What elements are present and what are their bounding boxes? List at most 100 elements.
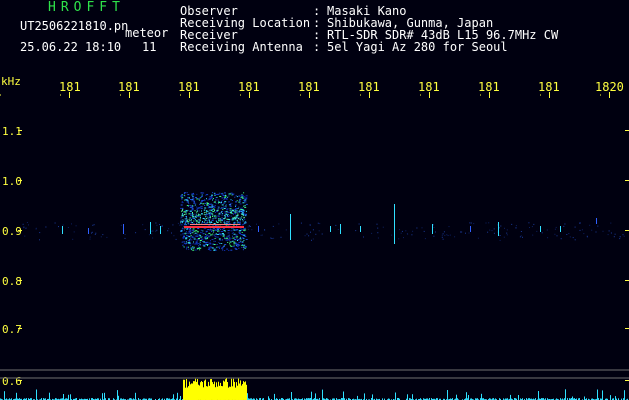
echo-pixel — [220, 207, 223, 209]
echo-pixel — [199, 247, 202, 249]
echo-pixel — [210, 234, 213, 236]
echo-pixel — [213, 207, 216, 208]
noise-dot — [319, 223, 321, 225]
echo-pixel — [213, 234, 215, 236]
noise-dot — [465, 232, 466, 234]
echo-core — [218, 219, 220, 221]
echo-pixel — [215, 233, 217, 235]
echo-core — [224, 216, 226, 218]
echo-pixel — [194, 204, 196, 206]
noise-dot — [506, 232, 508, 234]
spectrum-bar — [197, 379, 198, 400]
spectrum-bar — [565, 389, 566, 400]
echo-pixel — [231, 202, 233, 204]
echo-pixel — [233, 244, 235, 246]
echo-pixel — [234, 242, 237, 244]
echo-pixel — [206, 198, 207, 200]
spectrum-bar — [538, 391, 539, 400]
noise-dot — [602, 230, 604, 232]
echo-pixel — [203, 237, 205, 239]
echo-pixel — [202, 233, 205, 235]
echo-pixel — [211, 230, 212, 232]
spectrum-bar — [219, 385, 220, 400]
echo-pixel — [188, 213, 191, 215]
noise-dot — [403, 237, 404, 239]
noise-dot — [487, 231, 489, 233]
echo-pixel — [185, 238, 188, 240]
echo-pixel — [229, 205, 232, 207]
echo-core — [194, 210, 196, 212]
spectrum-bar — [225, 379, 226, 400]
noise-dot — [520, 231, 522, 232]
spectrum-bar — [70, 394, 71, 400]
echo-pixel — [222, 234, 225, 236]
noise-dot — [177, 222, 179, 224]
echo-pixel — [192, 229, 194, 231]
spectrum-bar — [201, 381, 202, 400]
echo-pixel — [241, 207, 243, 209]
echo-pixel — [183, 193, 185, 194]
echo-pixel — [192, 195, 194, 197]
echo-core — [234, 218, 236, 220]
noise-dot — [260, 234, 262, 236]
echo-core — [192, 212, 193, 213]
noise-dot — [156, 229, 158, 231]
echo-core — [181, 214, 183, 216]
echo-core — [237, 213, 239, 215]
echo-pixel — [208, 232, 211, 234]
x-tick-mark — [69, 92, 70, 98]
echo-core — [236, 209, 238, 211]
echo-pixel — [207, 217, 209, 219]
echo-core — [227, 214, 229, 216]
echo-pixel — [206, 244, 209, 245]
noise-dot — [306, 233, 308, 235]
echo-pixel — [212, 211, 215, 213]
echo-core — [222, 213, 224, 215]
carrier-segment — [184, 226, 244, 228]
noise-dot — [167, 230, 169, 232]
echo-pixel — [196, 231, 199, 233]
echo-pixel — [235, 205, 236, 207]
spectrum-bar — [199, 385, 200, 400]
echo-pixel — [196, 206, 198, 208]
echo-pixel — [188, 206, 189, 207]
echo-pixel — [222, 228, 224, 230]
noise-dot — [45, 226, 47, 228]
noise-dot — [148, 234, 150, 236]
echo-pixel — [192, 192, 194, 194]
echo-core — [185, 213, 187, 215]
ping-trace — [340, 224, 341, 234]
noise-dot — [416, 227, 418, 229]
echo-core — [192, 222, 194, 224]
echo-pixel — [216, 196, 218, 198]
echo-pixel — [239, 228, 241, 230]
echo-pixel — [183, 211, 186, 213]
noise-dot — [151, 233, 153, 235]
x-tick-mark — [549, 92, 550, 98]
spectrum-bar — [180, 396, 181, 400]
noise-dot — [443, 231, 445, 233]
echo-pixel — [239, 237, 241, 239]
echo-pixel — [238, 195, 241, 197]
echo-pixel — [224, 211, 226, 212]
echo-pixel — [221, 217, 223, 219]
noise-dot — [610, 222, 612, 224]
noise-dot — [251, 229, 253, 231]
echo-pixel — [241, 237, 244, 239]
echo-pixel — [215, 202, 217, 204]
echo-pixel — [192, 198, 195, 200]
echo-pixel — [222, 235, 225, 237]
echo-pixel — [218, 216, 220, 218]
echo-pixel — [181, 201, 183, 202]
echo-pixel — [245, 239, 248, 240]
noise-dot — [399, 229, 400, 231]
echo-pixel — [227, 196, 229, 198]
echo-pixel — [236, 200, 238, 202]
spectrum-bar — [615, 396, 616, 400]
echo-pixel — [196, 193, 198, 195]
noise-dot — [528, 222, 530, 224]
noise-dot — [155, 222, 157, 224]
noise-dot — [228, 222, 230, 224]
echo-core — [205, 210, 207, 212]
echo-pixel — [211, 247, 214, 249]
